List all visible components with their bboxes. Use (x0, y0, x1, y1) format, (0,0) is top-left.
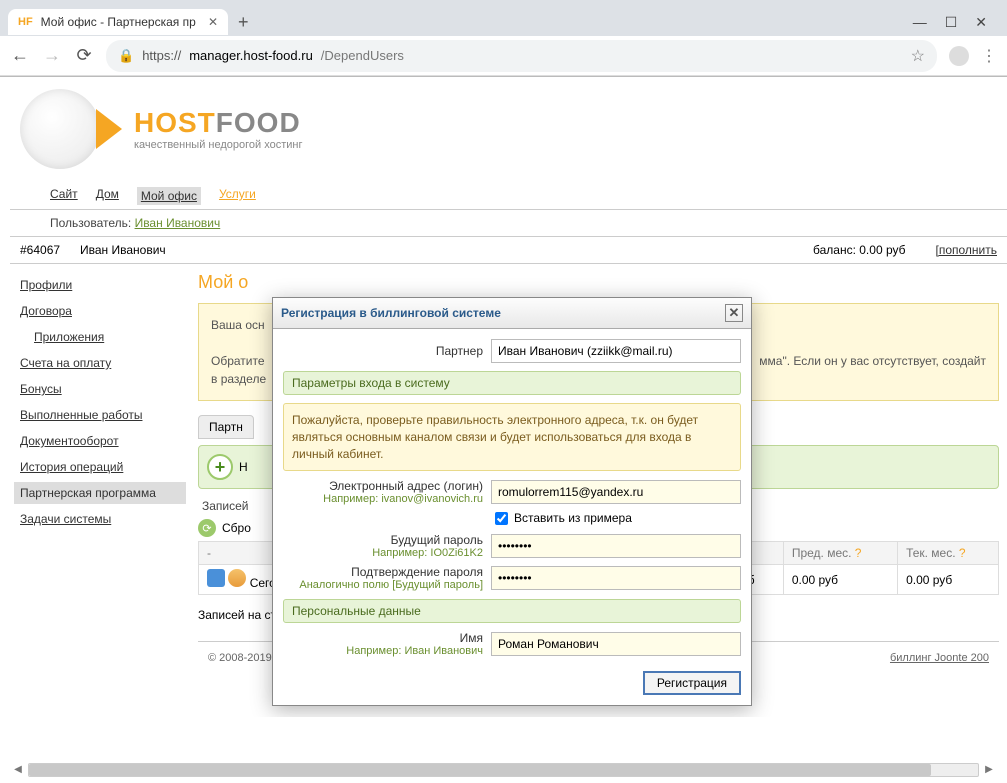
sidebar-item-contracts[interactable]: Договора (14, 300, 186, 322)
star-icon[interactable]: ☆ (911, 46, 925, 66)
th-prev[interactable]: Пред. мес. ? (783, 542, 897, 565)
topup-link[interactable]: [пополнить (936, 243, 998, 257)
close-window-icon[interactable]: ✕ (975, 14, 987, 31)
info-tail: мма". Если он у вас отсутствует, создайт (759, 352, 986, 370)
partner-label: Партнер (283, 344, 483, 358)
sidebar-item-profiles[interactable]: Профили (14, 274, 186, 296)
menu-icon[interactable]: ⋮ (981, 46, 997, 66)
page-title: Мой о (198, 272, 999, 293)
sidebar-item-invoices[interactable]: Счета на оплату (14, 352, 186, 374)
tab-close-icon[interactable]: ✕ (208, 15, 218, 29)
tab-bar: HF Мой офис - Партнерская пр ✕ + — ☐ ✕ (0, 0, 1007, 36)
nav-office[interactable]: Мой офис (137, 187, 201, 205)
insert-example-checkbox[interactable] (495, 512, 508, 525)
logo-arrow-icon (96, 109, 122, 149)
browser-tab[interactable]: HF Мой офис - Партнерская пр ✕ (8, 9, 228, 35)
scroll-right-icon[interactable]: ▶ (982, 764, 996, 776)
section-login-params: Параметры входа в систему (283, 371, 741, 395)
tab-partners[interactable]: Партн (198, 415, 254, 439)
balance-label: баланс: 0.00 руб (813, 243, 905, 257)
sidebar-item-bonuses[interactable]: Бонусы (14, 378, 186, 400)
sidebar-item-partner[interactable]: Партнерская программа (14, 482, 186, 504)
email-hint: Например: ivanov@ivanovich.ru (283, 493, 483, 505)
sidebar: Профили Договора Приложения Счета на опл… (10, 264, 190, 682)
reset-icon[interactable]: ⟳ (198, 519, 216, 537)
email-warning: Пожалуйста, проверьте правильность элект… (283, 403, 741, 471)
sidebar-item-completed[interactable]: Выполненные работы (14, 404, 186, 426)
account-id: #64067 (20, 243, 80, 257)
maximize-icon[interactable]: ☐ (945, 14, 958, 31)
row-user-icon (228, 569, 246, 587)
new-tab-button[interactable]: + (228, 8, 259, 37)
logo-plate-icon (20, 89, 100, 169)
address-bar: ← → ⟳ 🔒 https:// manager.host-food.ru/Dep… (0, 36, 1007, 76)
password2-hint: Аналогично полю [Будущий пароль] (283, 579, 483, 591)
email-label: Электронный адрес (логин) (329, 479, 483, 493)
cell-v2: 0.00 руб (783, 565, 897, 595)
horizontal-scrollbar[interactable]: ◀ ▶ (28, 763, 979, 777)
browser-chrome: HF Мой офис - Партнерская пр ✕ + — ☐ ✕ ←… (0, 0, 1007, 77)
name-input[interactable] (491, 632, 741, 656)
reset-label[interactable]: Сбро (222, 521, 251, 535)
account-user: Иван Иванович (80, 243, 813, 257)
url-input[interactable]: 🔒 https:// manager.host-food.ru/DependUse… (106, 40, 937, 72)
section-personal: Персональные данные (283, 599, 741, 623)
user-label: Пользователь: (50, 216, 131, 230)
page-content: HOSTFOOD качественный недорогой хостинг … (0, 77, 1007, 717)
back-button[interactable]: ← (10, 45, 30, 66)
sidebar-item-history[interactable]: История операций (14, 456, 186, 478)
modal-titlebar[interactable]: Регистрация в биллинговой системе ✕ (273, 298, 751, 329)
row-type-icon (207, 569, 225, 587)
balance-row: #64067 Иван Иванович баланс: 0.00 руб [п… (10, 236, 1007, 264)
window-controls: — ☐ ✕ (913, 14, 999, 31)
nav-home[interactable]: Дом (96, 187, 119, 205)
lock-icon: 🔒 (118, 48, 134, 64)
sidebar-item-docs[interactable]: Документооборот (14, 430, 186, 452)
password-hint: Например: IO0Zi61K2 (283, 547, 483, 559)
name-hint: Например: Иван Иванович (283, 645, 483, 657)
password-input[interactable] (491, 534, 741, 558)
minimize-icon[interactable]: — (913, 14, 927, 31)
url-host: manager.host-food.ru (189, 48, 313, 63)
top-nav: Сайт Дом Мой офис Услуги (10, 187, 1007, 210)
reload-button[interactable]: ⟳ (74, 45, 94, 66)
add-button[interactable]: + (207, 454, 233, 480)
nav-services[interactable]: Услуги (219, 187, 256, 205)
forward-button[interactable]: → (42, 45, 62, 66)
brand-tagline: качественный недорогой хостинг (134, 139, 303, 151)
registration-modal: Регистрация в биллинговой системе ✕ Парт… (272, 297, 752, 706)
sidebar-item-tasks[interactable]: Задачи системы (14, 508, 186, 530)
profile-icon[interactable] (949, 46, 969, 66)
password-label: Будущий пароль (391, 533, 483, 547)
password2-input[interactable] (491, 566, 741, 590)
nav-site[interactable]: Сайт (50, 187, 78, 205)
url-scheme: https:// (142, 48, 181, 63)
email-input[interactable] (491, 480, 741, 504)
scroll-left-icon[interactable]: ◀ (11, 764, 25, 776)
tab-title: Мой офис - Партнерская пр (41, 15, 196, 29)
password2-label: Подтверждение пароля (351, 565, 483, 579)
scrollbar-thumb[interactable] (29, 764, 931, 776)
user-line: Пользователь: Иван Иванович (10, 210, 1007, 236)
favicon: HF (18, 16, 33, 28)
footer-billing-link[interactable]: биллинг Joonte 200 (890, 652, 989, 664)
sidebar-item-apps[interactable]: Приложения (14, 326, 186, 348)
url-path: /DependUsers (321, 48, 404, 63)
submit-button[interactable]: Регистрация (643, 671, 741, 695)
modal-title-text: Регистрация в биллинговой системе (281, 306, 501, 320)
modal-close-button[interactable]: ✕ (725, 304, 743, 322)
partner-input[interactable] (491, 339, 741, 363)
user-name-link[interactable]: Иван Иванович (135, 216, 221, 230)
th-cur[interactable]: Тек. мес. ? (898, 542, 999, 565)
add-label: Н (239, 460, 248, 474)
cell-v3: 0.00 руб (898, 565, 999, 595)
page-header: HOSTFOOD качественный недорогой хостинг (10, 89, 1007, 169)
brand-name: HOSTFOOD (134, 107, 303, 139)
info-line-2: Обратите (211, 354, 265, 368)
name-label: Имя (460, 631, 483, 645)
insert-example-label: Вставить из примера (514, 511, 632, 525)
